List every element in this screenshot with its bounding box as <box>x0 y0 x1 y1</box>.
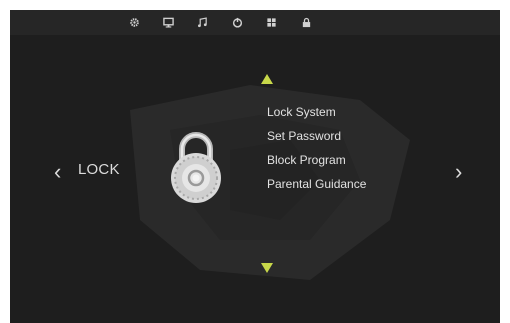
menu-item-parental-guidance[interactable]: Parental Guidance <box>267 176 366 200</box>
music-icon <box>197 17 207 28</box>
lock-menu: Lock System Set Password Block Program P… <box>267 104 366 200</box>
tab-settings[interactable] <box>125 14 143 31</box>
tab-time[interactable] <box>228 14 246 31</box>
settings-screen: ‹ › LOCK Lock System Set Password Block … <box>10 10 500 323</box>
tab-lock[interactable] <box>297 14 315 31</box>
scroll-down-arrow[interactable] <box>261 263 273 273</box>
power-icon <box>232 17 242 28</box>
tab-sound[interactable] <box>193 14 211 31</box>
tab-options[interactable] <box>262 14 280 31</box>
scroll-up-arrow[interactable] <box>261 74 273 84</box>
padlock-icon <box>171 132 221 203</box>
menu-item-set-password[interactable]: Set Password <box>267 128 366 152</box>
section-title: LOCK <box>78 161 120 178</box>
previous-page-arrow[interactable]: ‹ <box>54 161 61 183</box>
tab-picture[interactable] <box>159 14 177 31</box>
gear-icon <box>129 18 139 27</box>
lock-icon <box>302 17 310 28</box>
grid-icon <box>266 18 276 27</box>
menu-item-block-program[interactable]: Block Program <box>267 152 366 176</box>
monitor-icon <box>162 17 174 28</box>
menu-item-lock-system[interactable]: Lock System <box>267 104 366 128</box>
category-tab-bar <box>10 10 500 35</box>
next-page-arrow[interactable]: › <box>455 161 462 183</box>
